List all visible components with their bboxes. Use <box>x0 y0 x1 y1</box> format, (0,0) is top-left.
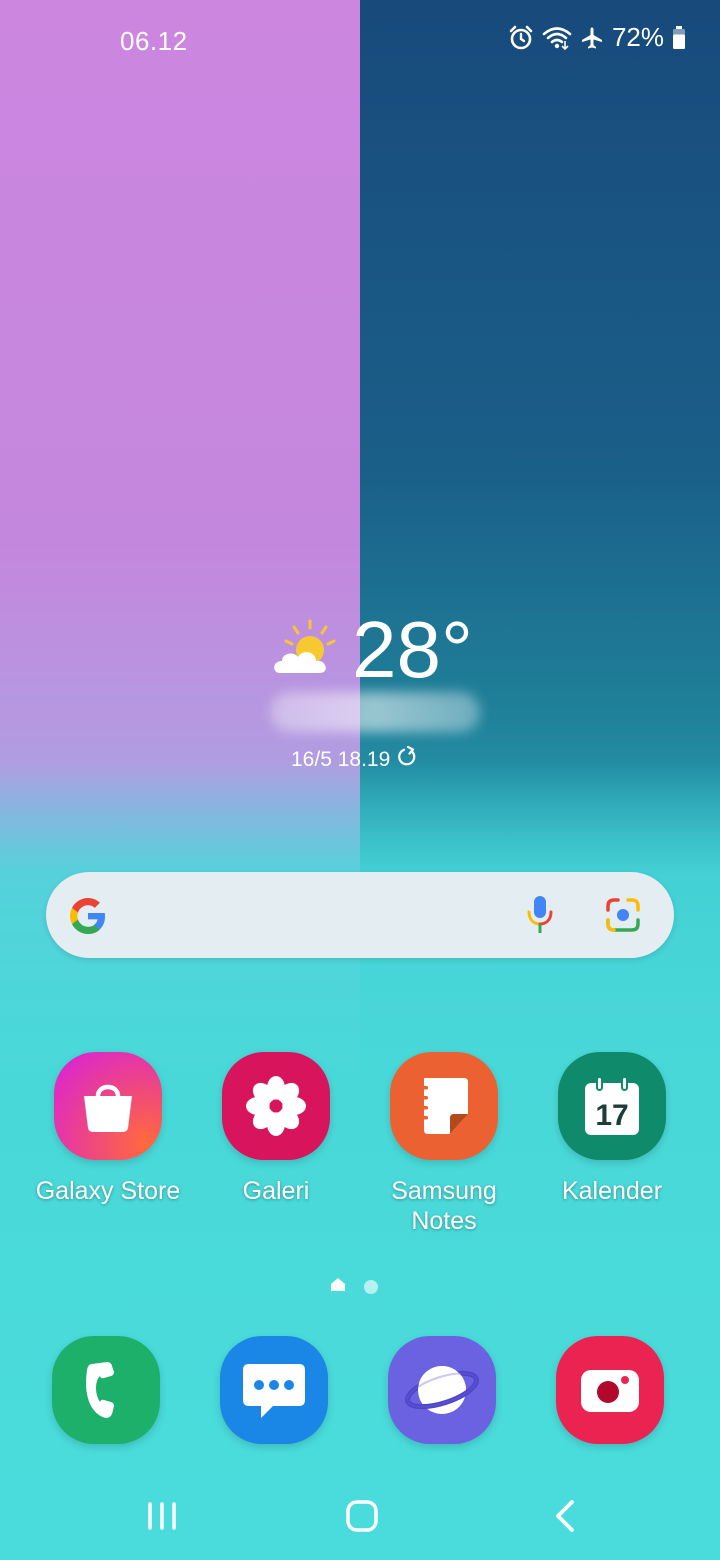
weather-widget[interactable]: 28° 16/5 18.19 <box>0 600 720 780</box>
status-time: 06.12 <box>120 26 188 56</box>
dock-messages[interactable] <box>199 1336 349 1444</box>
recents-icon <box>148 1502 176 1530</box>
wifi-icon <box>542 25 572 51</box>
app-label: Samsung Notes <box>391 1177 497 1235</box>
google-search-bar[interactable] <box>46 872 674 958</box>
app-kalender[interactable]: 17 Kalender <box>537 1052 687 1206</box>
calendar-day: 17 <box>595 1099 628 1132</box>
alarm-icon <box>508 25 534 51</box>
weather-location-blurred <box>270 692 480 732</box>
home-button[interactable] <box>344 1498 380 1539</box>
camera-icon <box>556 1336 664 1444</box>
dock-internet[interactable] <box>367 1336 517 1444</box>
page-dot[interactable] <box>364 1279 378 1294</box>
back-icon <box>556 1500 574 1532</box>
back-button[interactable] <box>550 1498 580 1539</box>
refresh-icon[interactable] <box>396 745 418 774</box>
note-icon <box>390 1052 498 1160</box>
messages-icon <box>220 1336 328 1444</box>
dock-camera[interactable] <box>535 1336 685 1444</box>
app-samsung-notes[interactable]: Samsung Notes <box>369 1052 519 1236</box>
recents-button[interactable] <box>146 1498 178 1539</box>
dock-phone[interactable] <box>31 1336 181 1444</box>
wallpaper <box>0 0 720 1560</box>
flower-icon <box>222 1052 330 1160</box>
app-galaxy-store[interactable]: Galaxy Store <box>33 1052 183 1206</box>
microphone-icon[interactable] <box>524 894 556 941</box>
home-screen: 06.12 72% 28° 16/5 18.19 Galaxy Store Ga… <box>0 0 720 1560</box>
google-logo-icon <box>68 896 108 941</box>
weather-updated: 16/5 18.19 <box>291 745 418 774</box>
internet-icon <box>388 1336 496 1444</box>
page-indicator[interactable] <box>330 1276 378 1297</box>
partly-sunny-icon <box>270 617 340 684</box>
airplane-mode-icon <box>580 26 604 50</box>
app-galeri[interactable]: Galeri <box>201 1052 351 1206</box>
app-label: Kalender <box>561 1177 663 1205</box>
google-lens-icon[interactable] <box>604 896 642 939</box>
home-page-icon <box>330 1276 346 1297</box>
app-label: Galeri <box>242 1177 310 1205</box>
battery-percent: 72% <box>611 22 664 52</box>
phone-icon <box>52 1336 160 1444</box>
status-icons: 72% <box>508 22 686 53</box>
navigation-bar <box>0 1480 720 1560</box>
weather-temperature: 28° <box>352 605 473 694</box>
home-icon <box>346 1500 378 1532</box>
calendar-icon: 17 <box>558 1052 666 1160</box>
shopping-bag-icon <box>54 1052 162 1160</box>
battery-icon <box>672 25 686 50</box>
app-label: Galaxy Store <box>35 1177 181 1205</box>
weather-updated-time: 16/5 18.19 <box>291 748 391 771</box>
status-bar: 06.12 72% <box>0 0 720 84</box>
